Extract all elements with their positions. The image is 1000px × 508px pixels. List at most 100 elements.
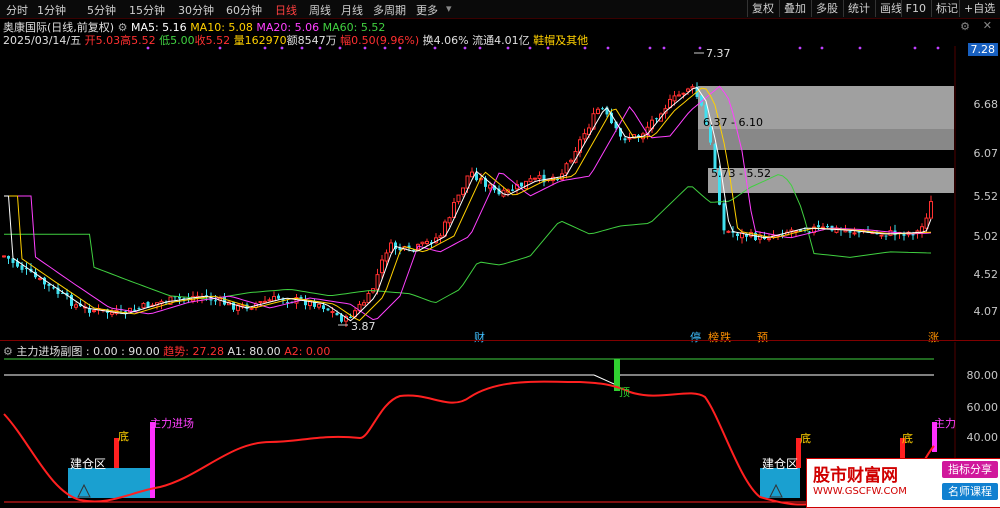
candle (272, 296, 276, 302)
candle (511, 189, 514, 191)
statistics-button[interactable]: 统计 (843, 0, 874, 17)
candle (7, 255, 10, 259)
candle (623, 138, 627, 141)
candle (852, 232, 857, 235)
candle (330, 311, 335, 314)
zone-label: 建仓区 (762, 457, 799, 471)
signal-dot (546, 46, 550, 50)
candle (2, 255, 6, 258)
bottom-label: 底 (800, 432, 811, 445)
candle (110, 311, 114, 315)
candle (582, 133, 587, 140)
candle (74, 304, 78, 308)
candle (488, 184, 492, 189)
bottom-label: 底 (118, 430, 129, 443)
candle (848, 231, 852, 233)
tab-multi-period[interactable]: 多周期 (373, 2, 406, 18)
signal-dot (338, 46, 342, 50)
mark-button[interactable]: 标记 (931, 0, 962, 17)
signal-dot (463, 46, 467, 50)
candle (326, 308, 330, 311)
candle (596, 108, 600, 114)
add-favorite-button[interactable]: +自选 (959, 0, 1000, 17)
zone-label: 建仓区 (70, 457, 107, 471)
signal-dot (146, 46, 150, 50)
signal-dot (820, 46, 824, 50)
signal-dot (218, 46, 222, 50)
kline-chart[interactable] (0, 46, 1000, 340)
box3-label: 5.73 - 5.52 (711, 167, 771, 180)
candle (92, 310, 96, 313)
signal-dot (433, 46, 437, 50)
f10-button[interactable]: F10 (900, 0, 930, 17)
signal-dot (858, 46, 862, 50)
candle (767, 238, 771, 241)
settings-gear-icon[interactable]: ⚙ (3, 345, 13, 358)
candle (447, 217, 452, 224)
candle (322, 305, 325, 309)
signal-dot (648, 46, 652, 50)
candle (902, 233, 906, 236)
tab-1min[interactable]: 1分钟 (37, 2, 66, 18)
signal-dot (583, 46, 587, 50)
candle (267, 299, 272, 302)
candle (470, 171, 474, 178)
candle (826, 226, 829, 228)
close-icon[interactable]: ✕ (983, 19, 992, 32)
tab-30min[interactable]: 30分钟 (178, 2, 214, 18)
candle (528, 178, 533, 183)
candle (520, 182, 523, 187)
a1-value: A1: 80.00 (227, 345, 281, 358)
high-annotation: 7.37 (706, 47, 731, 60)
candle (375, 274, 380, 290)
current-price-tag: 7.28 (967, 43, 998, 56)
candle (709, 126, 712, 143)
watermark-url: WWW.GSCFW.COM (813, 486, 907, 497)
tab-weekly[interactable]: 周线 (309, 2, 331, 18)
tab-daily[interactable]: 日线 (275, 2, 297, 18)
candle (817, 225, 820, 228)
candle (141, 302, 146, 309)
settings-icon[interactable]: ⚙ (960, 20, 970, 33)
tab-more[interactable]: 更多 (416, 2, 438, 18)
candle (258, 301, 263, 304)
candle (389, 242, 393, 253)
candle (249, 307, 254, 310)
candle (335, 312, 339, 316)
restore-rights-button[interactable]: 复权 (747, 0, 778, 17)
watermark-logo: 股市财富网 WWW.GSCFW.COM 指标分享 名师课程 (806, 458, 1000, 508)
price-axis-label: 4.52 (973, 268, 999, 281)
tab-5min[interactable]: 5分钟 (87, 2, 116, 18)
signal-dot (506, 46, 510, 50)
candle (20, 265, 24, 270)
price-axis-label: 5.52 (973, 190, 999, 203)
tab-15min[interactable]: 15分钟 (129, 2, 165, 18)
a2-value: A2: 0.00 (284, 345, 331, 358)
tab-intraday[interactable]: 分时 (6, 2, 28, 18)
candle (214, 300, 217, 302)
chevron-down-icon[interactable]: ▾ (446, 2, 452, 15)
candle (690, 86, 695, 89)
pane-divider (0, 340, 1000, 341)
price-axis-label: 4.07 (973, 305, 999, 318)
sub-title: 主力进场副图 : 0.00 : 90.00 (16, 345, 160, 358)
candle (366, 293, 371, 304)
resistance-box-2 (698, 129, 954, 150)
candle (677, 94, 681, 97)
accumulation-zone-1 (68, 468, 154, 498)
overlay-button[interactable]: 叠加 (779, 0, 810, 17)
multi-stock-button[interactable]: 多股 (811, 0, 842, 17)
candle (277, 295, 280, 299)
tab-60min[interactable]: 60分钟 (226, 2, 262, 18)
candle (857, 231, 861, 233)
signal-dot (263, 46, 267, 50)
tab-monthly[interactable]: 月线 (341, 2, 363, 18)
watermark-badge: 指标分享 (942, 461, 998, 478)
top-label: 顶 (619, 386, 630, 399)
candle (879, 234, 884, 237)
candle (681, 92, 686, 95)
box2-label: 6.37 - 6.10 (703, 116, 763, 129)
candle (70, 294, 73, 306)
watermark-badge: 名师课程 (942, 483, 998, 500)
candle (438, 235, 443, 239)
